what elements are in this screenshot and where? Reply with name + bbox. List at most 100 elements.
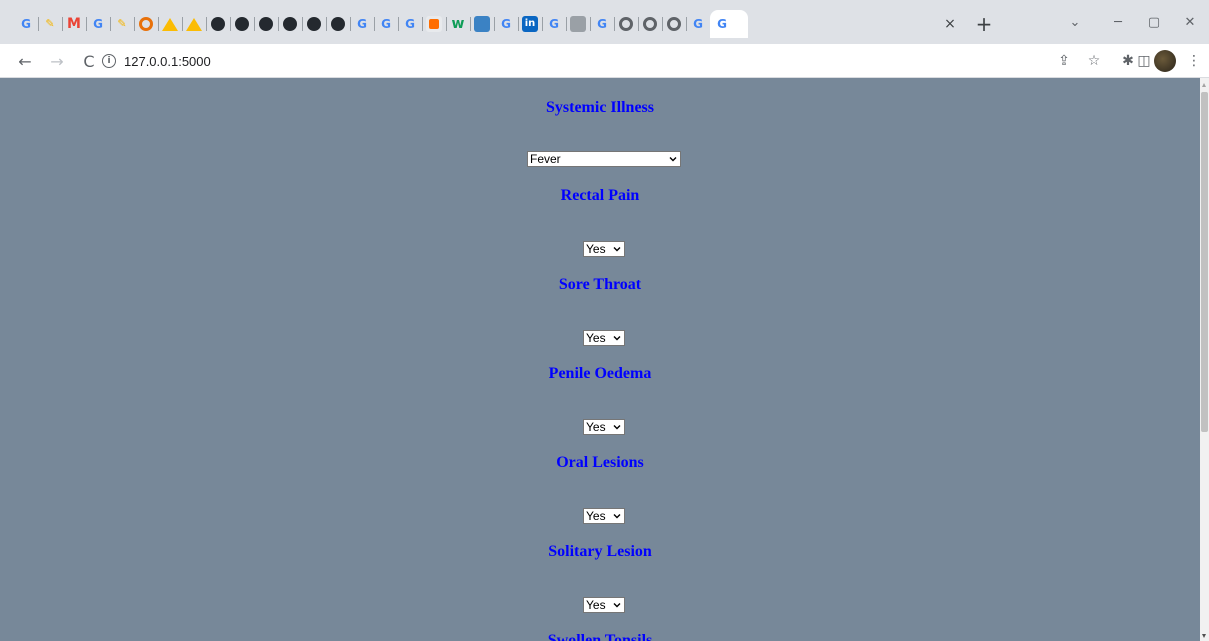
- menu-icon[interactable]: ⋮: [1184, 51, 1204, 71]
- tab-gray-app[interactable]: [566, 10, 590, 38]
- close-tab-icon[interactable]: ×: [940, 14, 960, 34]
- chrome-icon: [667, 17, 681, 31]
- github-icon: [259, 17, 273, 31]
- tab-google-5[interactable]: G: [398, 10, 422, 38]
- tab-github-4[interactable]: [278, 10, 302, 38]
- tab-chrome-2[interactable]: [638, 10, 662, 38]
- google-icon: G: [93, 17, 103, 31]
- tab-drive-1[interactable]: [158, 10, 182, 38]
- reload-icon[interactable]: C: [78, 50, 100, 72]
- restore-icon[interactable]: ▢: [1142, 12, 1166, 32]
- tab-github-6[interactable]: [326, 10, 350, 38]
- scroll-up-arrow-icon[interactable]: [1202, 83, 1206, 87]
- google-icon: G: [501, 17, 511, 31]
- field-label: Sore Throat: [558, 276, 642, 293]
- field-label: Solitary Lesion: [548, 543, 652, 560]
- scroll-thumb[interactable]: [1201, 92, 1208, 432]
- oral-lesions-select[interactable]: Yes: [583, 508, 625, 524]
- google-icon: G: [381, 17, 391, 31]
- systemic-illness-select[interactable]: Fever: [527, 151, 681, 167]
- select-value: Yes: [586, 420, 606, 434]
- tab-active[interactable]: G: [710, 10, 748, 38]
- github-icon: [235, 17, 249, 31]
- github-icon: [283, 17, 297, 31]
- linkedin-icon: in: [522, 16, 538, 32]
- chevron-down-icon: [613, 603, 621, 608]
- chevron-down-icon: [613, 514, 621, 519]
- minimize-icon[interactable]: ─: [1106, 12, 1130, 32]
- tab-github-3[interactable]: [254, 10, 278, 38]
- field-label: Systemic Illness: [546, 99, 654, 116]
- chrome-icon: [643, 17, 657, 31]
- tab-certificate[interactable]: [134, 10, 158, 38]
- google-icon: G: [549, 17, 559, 31]
- close-window-icon[interactable]: ✕: [1178, 12, 1202, 32]
- gray-app-icon: [570, 16, 586, 32]
- tab-gmail[interactable]: M: [62, 10, 86, 38]
- tab-github-2[interactable]: [230, 10, 254, 38]
- new-tab-button[interactable]: +: [972, 12, 996, 36]
- tab-word-app[interactable]: w: [446, 10, 470, 38]
- tab-chrome-3[interactable]: [662, 10, 686, 38]
- tab-google-9[interactable]: G: [686, 10, 710, 38]
- tab-google-4[interactable]: G: [374, 10, 398, 38]
- field-label: Oral Lesions: [556, 454, 644, 471]
- google-icon: G: [21, 17, 31, 31]
- certificate-icon: [139, 17, 153, 31]
- bookmark-star-icon[interactable]: ☆: [1084, 51, 1104, 71]
- tab-linkedin[interactable]: in: [518, 10, 542, 38]
- tab-search-icon[interactable]: ⌄: [1063, 12, 1087, 32]
- field-sore-throat: Sore Throat: [0, 275, 1200, 295]
- google-icon: G: [357, 17, 367, 31]
- field-penile-oedema: Penile Oedema: [0, 364, 1200, 384]
- sore-throat-select[interactable]: Yes: [583, 330, 625, 346]
- learning-icon: ✎: [117, 17, 127, 30]
- google-icon: G: [405, 17, 415, 31]
- github-icon: [331, 17, 345, 31]
- tab-chrome-1[interactable]: [614, 10, 638, 38]
- tab-drive-2[interactable]: [182, 10, 206, 38]
- google-icon: G: [717, 17, 727, 31]
- tab-google-7[interactable]: G: [542, 10, 566, 38]
- field-systemic-illness: Systemic Illness: [0, 98, 1200, 118]
- scroll-down-arrow-icon[interactable]: [1202, 634, 1206, 638]
- tab-google-3[interactable]: G: [350, 10, 374, 38]
- select-value: Yes: [586, 331, 606, 345]
- tab-google-1[interactable]: G: [14, 10, 38, 38]
- chevron-down-icon: [613, 425, 621, 430]
- tab-google-2[interactable]: G: [86, 10, 110, 38]
- field-rectal-pain: Rectal Pain: [0, 186, 1200, 206]
- github-icon: [307, 17, 321, 31]
- gmail-icon: M: [67, 16, 81, 32]
- learning-icon: ✎: [45, 17, 55, 30]
- tab-google-8[interactable]: G: [590, 10, 614, 38]
- forward-icon[interactable]: →: [46, 50, 68, 72]
- github-icon: [211, 17, 225, 31]
- vertical-scrollbar[interactable]: [1200, 78, 1209, 641]
- side-panel-icon[interactable]: ◫: [1134, 51, 1154, 71]
- word-app-icon: w: [451, 16, 465, 32]
- tab-learning-2[interactable]: ✎: [110, 10, 134, 38]
- share-icon[interactable]: ⇪: [1054, 51, 1074, 71]
- drive-icon: [162, 17, 178, 31]
- tab-list: G ✎ M G ✎ G G G w G in G G G G: [14, 10, 748, 38]
- tab-github-1[interactable]: [206, 10, 230, 38]
- field-label: Penile Oedema: [548, 365, 652, 382]
- rectal-pain-select[interactable]: Yes: [583, 241, 625, 257]
- address-bar[interactable]: i 127.0.0.1:5000: [102, 49, 572, 73]
- back-icon[interactable]: ←: [14, 50, 36, 72]
- tab-bar-app[interactable]: [422, 10, 446, 38]
- site-info-icon[interactable]: i: [102, 54, 116, 68]
- tab-learning-1[interactable]: ✎: [38, 10, 62, 38]
- field-swollen-tonsils-partial: Swollen Tonsils: [0, 631, 1200, 641]
- image-app-icon: [474, 16, 490, 32]
- field-solitary-lesion: Solitary Lesion: [0, 542, 1200, 562]
- tab-github-5[interactable]: [302, 10, 326, 38]
- tab-image-app[interactable]: [470, 10, 494, 38]
- profile-avatar[interactable]: [1154, 50, 1176, 72]
- solitary-lesion-select[interactable]: Yes: [583, 597, 625, 613]
- chevron-down-icon: [613, 247, 621, 252]
- penile-oedema-select[interactable]: Yes: [583, 419, 625, 435]
- tab-strip: G ✎ M G ✎ G G G w G in G G G G × + ⌄ ─ ▢…: [0, 0, 1209, 44]
- tab-google-6[interactable]: G: [494, 10, 518, 38]
